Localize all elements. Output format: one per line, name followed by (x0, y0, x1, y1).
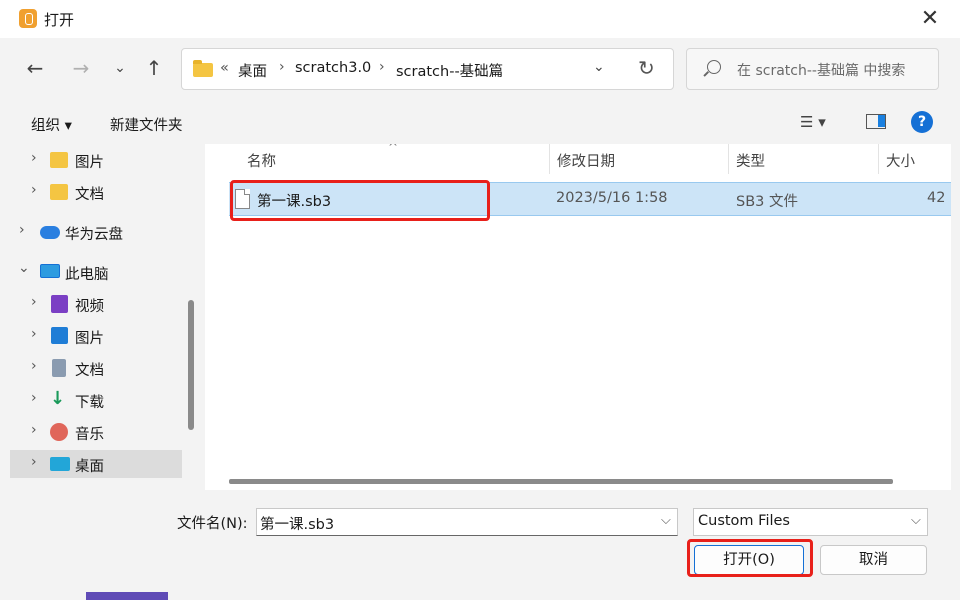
breadcrumb-separator[interactable]: › (379, 59, 385, 75)
file-modified: 2023/5/16 1:58 (556, 190, 668, 206)
dialog-title: 打开 (44, 11, 75, 29)
collapse-chevron-icon[interactable]: ⌄ (18, 260, 30, 276)
breadcrumb-desktop[interactable]: 桌面 (238, 60, 267, 81)
sidebar-item-label: 视频 (75, 299, 104, 315)
file-name: 第一课.sb3 (257, 194, 332, 210)
sidebar-item-pictures[interactable]: › 图片 (10, 322, 182, 350)
navigation-pane-scrollbar[interactable] (188, 300, 194, 430)
sidebar-item-this-pc[interactable]: ⌄ 此电脑 (10, 258, 182, 286)
refresh-icon[interactable]: ↻ (638, 56, 655, 80)
folder-icon (193, 60, 213, 77)
sidebar-item-desktop[interactable]: › 桌面 (10, 450, 182, 478)
expand-chevron-icon[interactable]: › (31, 182, 37, 198)
background-app-strip (86, 592, 168, 600)
folder-icon (50, 184, 68, 200)
column-divider[interactable] (728, 144, 729, 174)
file-icon (235, 189, 250, 209)
expand-chevron-icon[interactable]: › (31, 422, 37, 438)
new-folder-button[interactable]: 新建文件夹 (110, 114, 183, 135)
open-button[interactable]: 打开(O) (694, 545, 804, 575)
file-list: ^ 名称 修改日期 类型 大小 第一课.sb3 2023/5/16 1:58 S… (205, 144, 951, 490)
title-bar: 打开 ✕ (0, 0, 960, 38)
organize-button[interactable]: 组织 ▾ (31, 114, 72, 135)
sort-ascending-icon: ^ (388, 144, 399, 154)
sidebar-item-label: 文档 (75, 187, 104, 203)
search-box[interactable]: 在 scratch--基础篇 中搜索 (686, 48, 939, 90)
horizontal-scrollbar[interactable] (229, 479, 893, 484)
cloud-icon (40, 226, 60, 239)
folder-icon (50, 152, 68, 168)
address-bar[interactable]: « 桌面 › scratch3.0 › scratch--基础篇 ⌄ ↻ (181, 48, 674, 90)
column-header-modified[interactable]: 修改日期 (557, 150, 615, 171)
expand-chevron-icon[interactable]: › (31, 326, 37, 342)
up-arrow-icon[interactable]: ↑ (140, 54, 168, 82)
filename-input[interactable]: 第一课.sb3 ⌵ (256, 508, 678, 536)
view-options-icon[interactable]: ☰ ▾ (800, 113, 826, 131)
sidebar-item-documents[interactable]: › 文档 (10, 354, 182, 382)
expand-chevron-icon[interactable]: › (31, 390, 37, 406)
expand-chevron-icon[interactable]: › (31, 358, 37, 374)
search-icon (707, 60, 721, 74)
breadcrumb-separator[interactable]: › (279, 59, 285, 75)
address-history-chevron-icon[interactable]: ⌄ (593, 59, 605, 75)
back-arrow-icon[interactable]: ← (21, 54, 49, 82)
column-header-name[interactable]: 名称 (247, 150, 276, 171)
expand-chevron-icon[interactable]: › (31, 150, 37, 166)
navigation-pane: › 图片 › 文档 › 华为云盘 ⌄ 此电脑 › 视频 › 图片 › 文档 › … (10, 144, 196, 490)
sidebar-item-label: 华为云盘 (65, 227, 123, 243)
sidebar-item-label: 音乐 (75, 427, 104, 443)
sidebar-item-videos[interactable]: › 视频 (10, 290, 182, 318)
documents-icon (52, 359, 66, 377)
search-placeholder: 在 scratch--基础篇 中搜索 (737, 63, 906, 79)
pictures-icon (51, 327, 68, 344)
download-icon: ↓ (50, 388, 66, 409)
column-header-size[interactable]: 大小 (886, 150, 915, 171)
breadcrumb-current-folder[interactable]: scratch--基础篇 (396, 60, 503, 81)
music-icon (50, 423, 68, 441)
sidebar-item-music[interactable]: › 音乐 (10, 418, 182, 446)
cancel-button[interactable]: 取消 (820, 545, 927, 575)
expand-chevron-icon[interactable]: › (31, 294, 37, 310)
sidebar-item-label: 图片 (75, 155, 104, 171)
forward-arrow-icon[interactable]: → (67, 54, 95, 82)
sidebar-item-label: 图片 (75, 331, 104, 347)
filename-label: 文件名(N): (177, 516, 248, 532)
breadcrumb-overflow[interactable]: « (220, 60, 229, 76)
command-toolbar: 组织 ▾ 新建文件夹 ☰ ▾ ? (0, 100, 960, 144)
open-file-dialog: 打开 ✕ ← → ⌄ ↑ « 桌面 › scratch3.0 › scratch… (0, 0, 960, 600)
app-icon (19, 9, 37, 28)
desktop-icon (50, 457, 70, 471)
column-header-type[interactable]: 类型 (736, 150, 765, 171)
help-icon[interactable]: ? (911, 111, 933, 133)
file-type: SB3 文件 (736, 194, 798, 210)
navigation-bar: ← → ⌄ ↑ « 桌面 › scratch3.0 › scratch--基础篇… (0, 38, 960, 100)
file-type-filter-value: Custom Files (698, 513, 790, 529)
sidebar-item-pictures-quick[interactable]: › 图片 (10, 146, 182, 174)
sidebar-item-label: 下载 (75, 395, 104, 411)
preview-pane-icon[interactable] (866, 114, 886, 129)
chevron-down-icon[interactable]: ⌵ (661, 513, 671, 528)
sidebar-item-documents-quick[interactable]: › 文档 (10, 178, 182, 206)
column-divider[interactable] (549, 144, 550, 174)
sidebar-item-label: 此电脑 (65, 267, 109, 283)
file-row[interactable]: 第一课.sb3 2023/5/16 1:58 SB3 文件 42 (229, 182, 951, 216)
computer-icon (40, 264, 60, 278)
sidebar-item-label: 桌面 (75, 459, 104, 475)
chevron-down-icon[interactable]: ⌵ (911, 513, 921, 528)
expand-chevron-icon[interactable]: › (31, 454, 37, 470)
sidebar-item-label: 文档 (75, 363, 104, 379)
close-icon[interactable]: ✕ (914, 4, 946, 34)
file-type-filter-select[interactable]: Custom Files ⌵ (693, 508, 928, 536)
expand-chevron-icon[interactable]: › (19, 222, 25, 238)
file-size: 42 (927, 190, 946, 206)
breadcrumb-scratch3[interactable]: scratch3.0 (295, 60, 371, 76)
column-divider[interactable] (878, 144, 879, 174)
sidebar-item-huawei-cloud[interactable]: › 华为云盘 (10, 218, 182, 246)
recent-locations-chevron-icon[interactable]: ⌄ (106, 54, 134, 82)
video-icon (51, 295, 68, 313)
filename-value: 第一课.sb3 (260, 517, 335, 533)
sidebar-item-downloads[interactable]: › ↓ 下载 (10, 386, 182, 414)
